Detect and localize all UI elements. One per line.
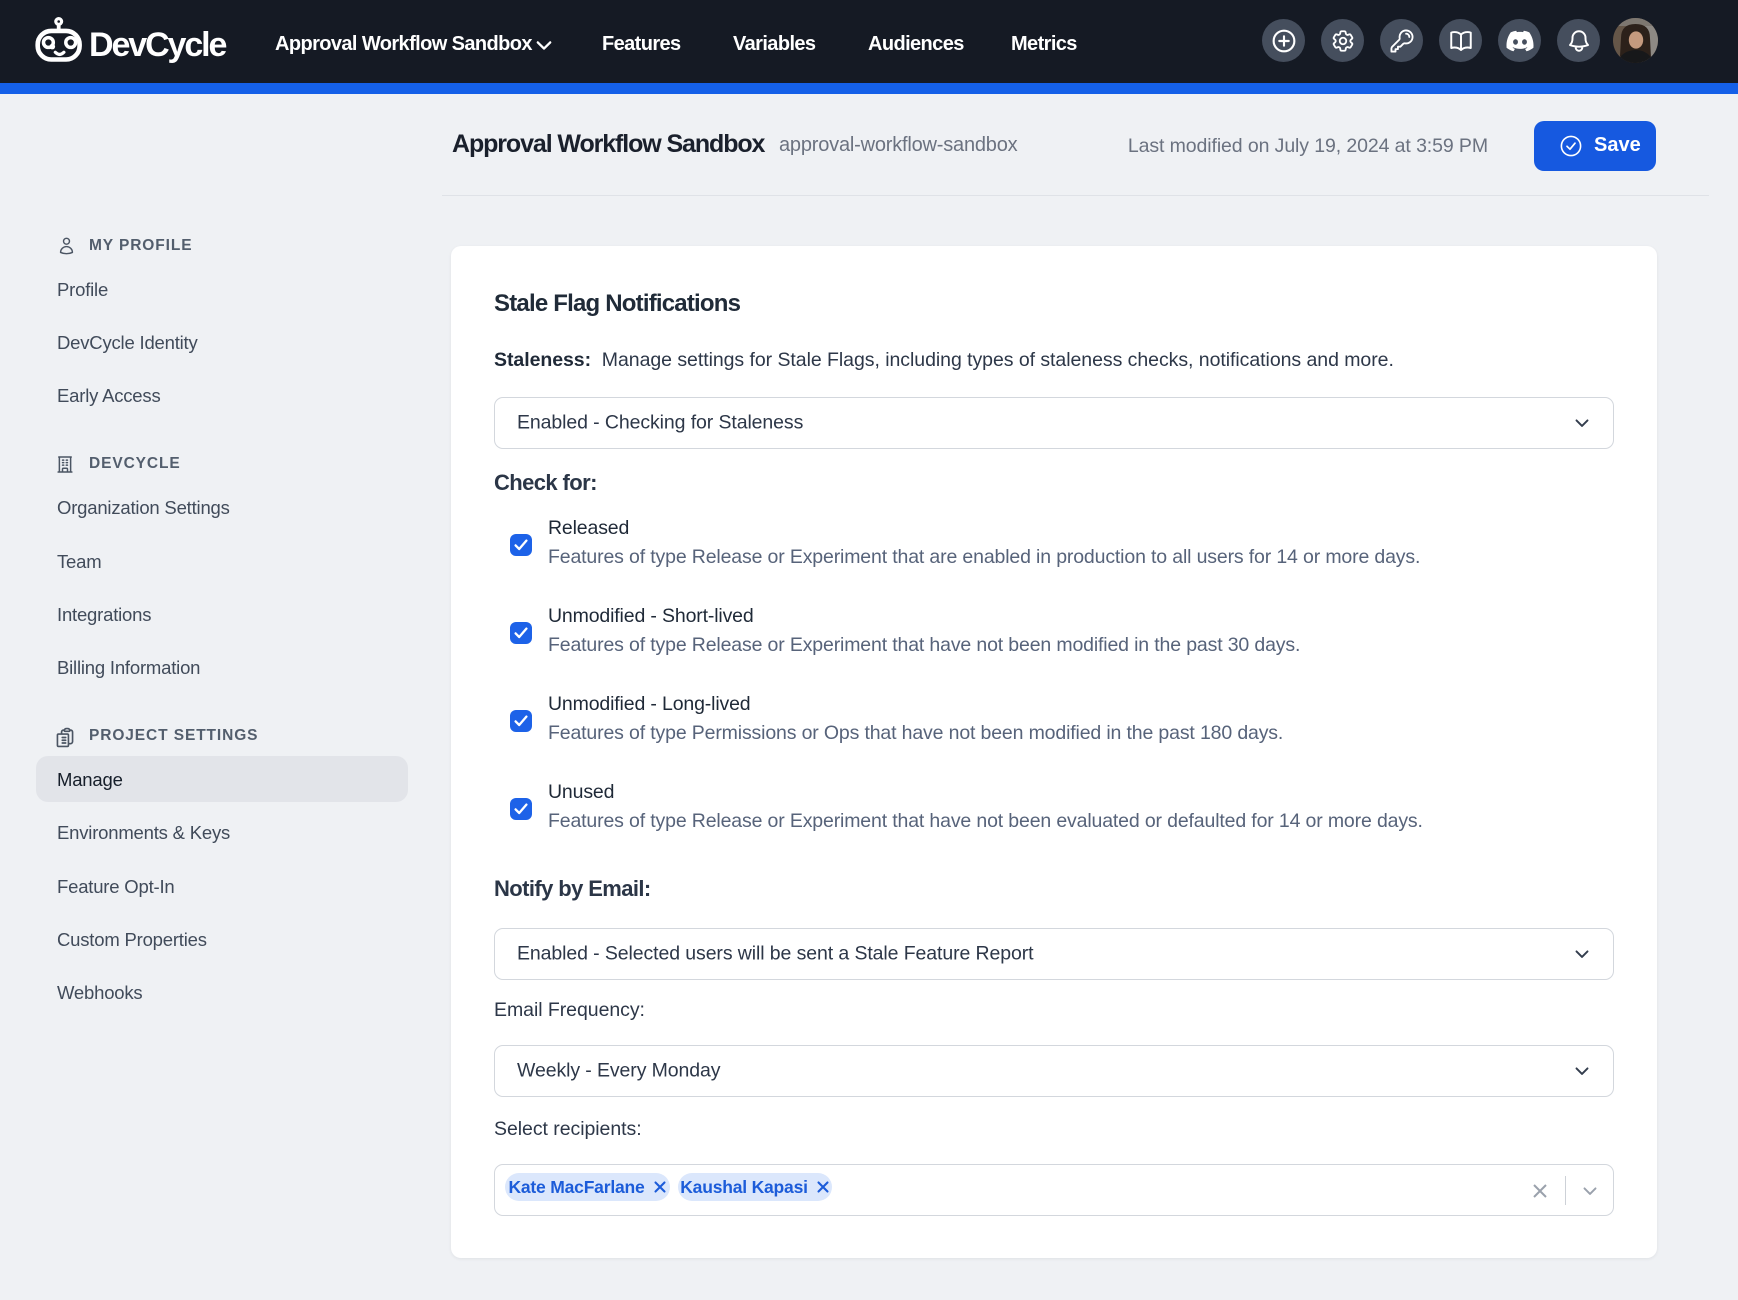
svg-text:DevCycle: DevCycle <box>89 26 226 64</box>
